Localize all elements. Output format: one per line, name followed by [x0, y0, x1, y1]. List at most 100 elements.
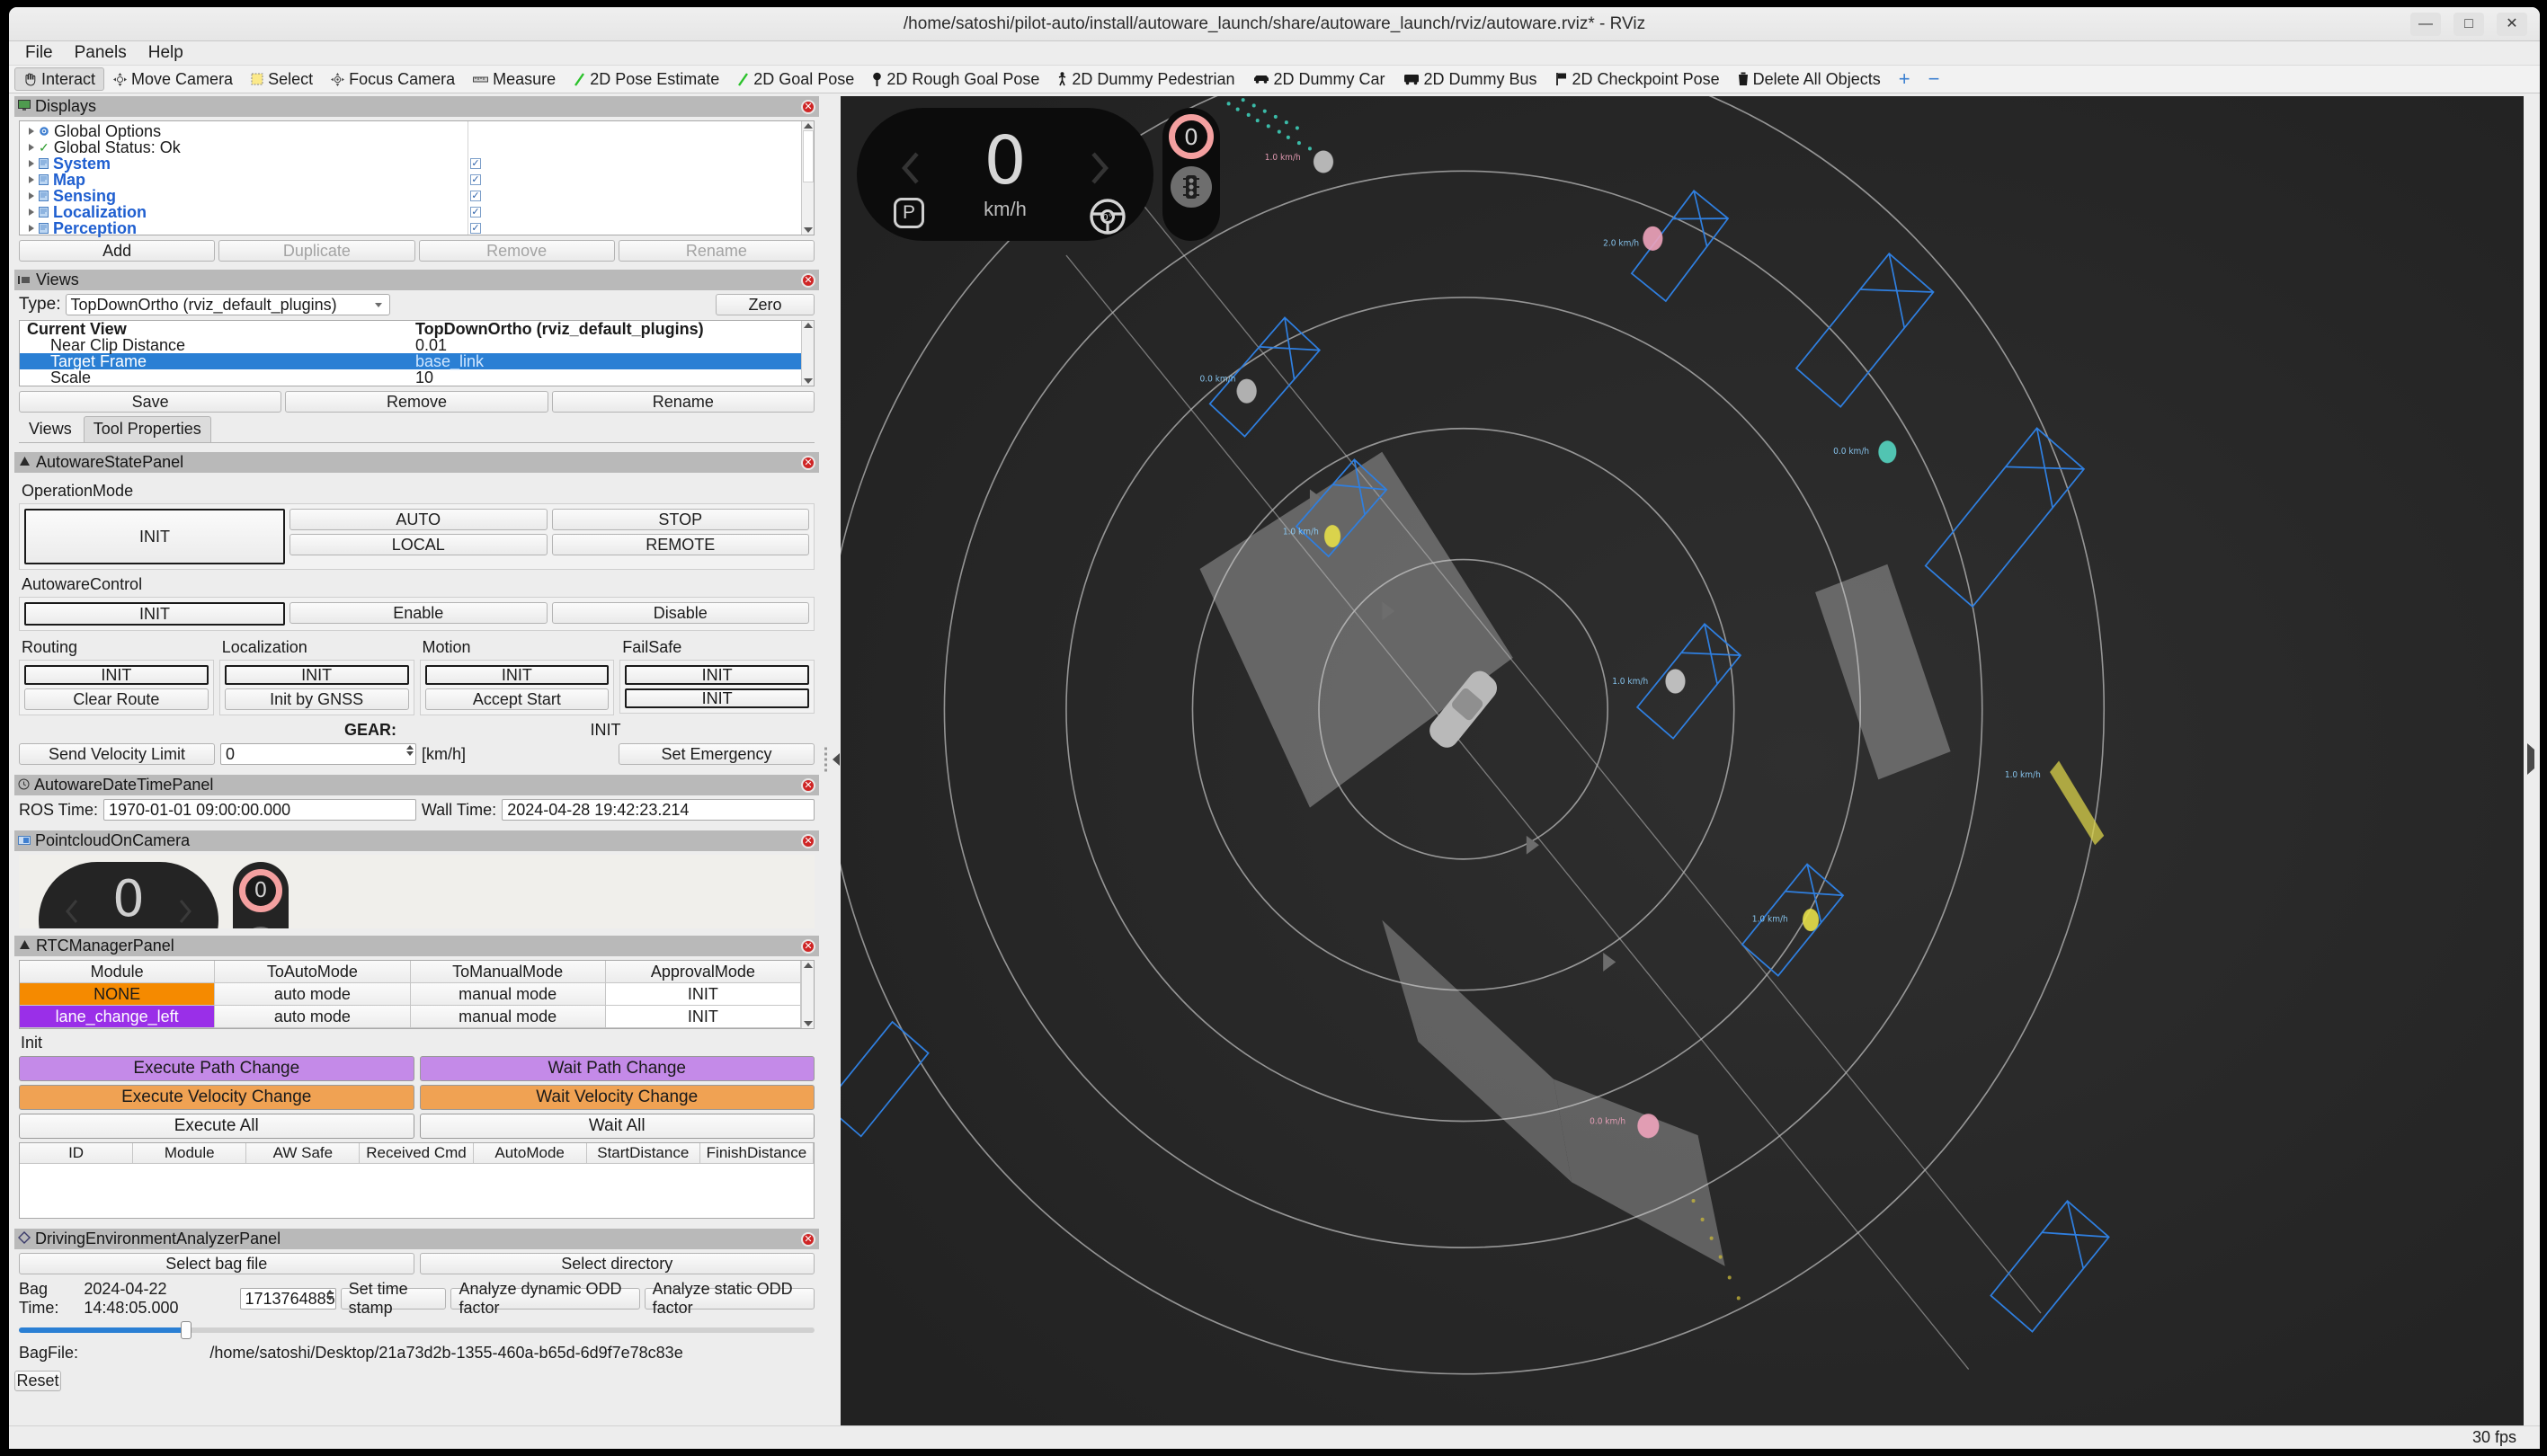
tool-delete-all-objects[interactable]: Delete All Objects: [1729, 67, 1890, 91]
slider-thumb[interactable]: [181, 1321, 191, 1339]
ros-time-field[interactable]: 1970-01-01 09:00:00.000: [103, 799, 416, 821]
checkbox-perception[interactable]: ✓: [470, 223, 481, 234]
collapse-left-icon[interactable]: [833, 753, 840, 766]
remove-view-button[interactable]: Remove: [285, 391, 548, 413]
chevron-right-icon[interactable]: [29, 192, 34, 200]
cell-module[interactable]: lane_change_left: [20, 1006, 215, 1028]
checkbox-map[interactable]: ✓: [470, 174, 481, 185]
close-icon[interactable]: ✕: [801, 456, 815, 470]
tool-focus-camera[interactable]: Focus Camera: [322, 67, 464, 91]
analyze-static-odd-button[interactable]: Analyze static ODD factor: [645, 1288, 815, 1310]
cell-to-auto[interactable]: auto mode: [215, 1006, 410, 1028]
set-time-stamp-button[interactable]: Set time stamp: [341, 1288, 447, 1310]
op-remote-button[interactable]: REMOTE: [552, 534, 810, 555]
tool-interact[interactable]: Interact: [14, 67, 104, 91]
scroll-down-icon[interactable]: [804, 227, 813, 233]
chevron-right-icon[interactable]: [29, 128, 34, 135]
execute-all-button[interactable]: Execute All: [19, 1114, 414, 1139]
tool-move-camera[interactable]: Move Camera: [104, 67, 242, 91]
menu-panels[interactable]: Panels: [66, 41, 136, 65]
analyze-dynamic-odd-button[interactable]: Analyze dynamic ODD factor: [450, 1288, 639, 1310]
motion-status[interactable]: INIT: [425, 665, 610, 685]
select-directory-button[interactable]: Select directory: [420, 1253, 815, 1274]
minimize-button[interactable]: —: [2410, 13, 2441, 36]
tree-item-perception[interactable]: Perception: [22, 220, 468, 236]
view-type-select[interactable]: TopDownOrtho (rviz_default_plugins): [66, 294, 389, 315]
op-auto-button[interactable]: AUTO: [289, 509, 548, 530]
property-row[interactable]: Current View TopDownOrtho (rviz_default_…: [20, 321, 801, 337]
failsafe-status-2[interactable]: INIT: [625, 688, 809, 708]
add-tool-button[interactable]: +: [1890, 67, 1919, 91]
scroll-up-icon[interactable]: [804, 323, 813, 328]
tool-2d-dummy-car[interactable]: 2D Dummy Car: [1244, 67, 1394, 91]
tab-views[interactable]: Views: [19, 416, 82, 442]
cell-module[interactable]: NONE: [20, 983, 215, 1006]
rename-view-button[interactable]: Rename: [552, 391, 815, 413]
property-row[interactable]: Target Frame base_link: [20, 353, 801, 369]
routing-status[interactable]: INIT: [24, 665, 209, 685]
rename-button[interactable]: Rename: [619, 240, 815, 262]
close-icon[interactable]: ✕: [801, 273, 815, 288]
collapse-right-icon[interactable]: [2527, 743, 2534, 775]
tool-2d-dummy-bus[interactable]: 2D Dummy Bus: [1394, 67, 1546, 91]
cell-to-auto[interactable]: auto mode: [215, 983, 410, 1006]
tree-item-localization[interactable]: Localization: [22, 204, 468, 220]
cell-to-manual[interactable]: manual mode: [411, 1006, 606, 1028]
control-disable-button[interactable]: Disable: [552, 602, 810, 624]
rtc-scrollbar[interactable]: [801, 961, 814, 1028]
duplicate-button[interactable]: Duplicate: [218, 240, 414, 262]
chevron-right-icon[interactable]: [29, 225, 34, 232]
tree-item-global-options[interactable]: Global Options: [22, 123, 468, 139]
velocity-limit-input[interactable]: 0: [220, 743, 416, 765]
right-splitter[interactable]: [2524, 93, 2540, 1425]
reset-button[interactable]: Reset: [14, 1371, 61, 1391]
table-row[interactable]: NONE auto mode manual mode INIT: [20, 983, 801, 1006]
send-velocity-limit-button[interactable]: Send Velocity Limit: [19, 743, 215, 765]
remove-button[interactable]: Remove: [419, 240, 615, 262]
accept-start-button[interactable]: Accept Start: [425, 688, 610, 710]
table-row[interactable]: lane_change_left auto mode manual mode I…: [20, 1006, 801, 1028]
close-icon[interactable]: ✕: [801, 834, 815, 848]
control-status[interactable]: INIT: [24, 602, 285, 626]
wait-velocity-change-button[interactable]: Wait Velocity Change: [420, 1085, 815, 1110]
execute-path-change-button[interactable]: Execute Path Change: [19, 1056, 414, 1081]
tool-select[interactable]: Select: [242, 67, 322, 91]
property-row[interactable]: Scale 10: [20, 369, 801, 386]
cell-to-manual[interactable]: manual mode: [411, 983, 606, 1006]
views-scrollbar[interactable]: [801, 321, 814, 386]
cell-approval[interactable]: INIT: [606, 1006, 801, 1028]
execute-velocity-change-button[interactable]: Execute Velocity Change: [19, 1085, 414, 1110]
tool-2d-dummy-pedestrian[interactable]: 2D Dummy Pedestrian: [1048, 67, 1243, 91]
tool-2d-rough-goal-pose[interactable]: 2D Rough Goal Pose: [863, 67, 1048, 91]
close-button[interactable]: ✕: [2497, 13, 2527, 36]
close-icon[interactable]: ✕: [801, 778, 815, 793]
set-emergency-button[interactable]: Set Emergency: [619, 743, 815, 765]
zero-button[interactable]: Zero: [716, 294, 815, 315]
init-by-gnss-button[interactable]: Init by GNSS: [225, 688, 409, 710]
op-local-button[interactable]: LOCAL: [289, 534, 548, 555]
tree-item-map[interactable]: Map: [22, 172, 468, 188]
chevron-right-icon[interactable]: [29, 209, 34, 216]
chevron-right-icon[interactable]: [29, 160, 34, 167]
rtc-table[interactable]: Module ToAutoMode ToManualMode ApprovalM…: [19, 960, 815, 1029]
spinner-arrows[interactable]: [406, 745, 414, 756]
op-stop-button[interactable]: STOP: [552, 509, 810, 530]
scroll-up-icon[interactable]: [804, 123, 813, 129]
remove-tool-button[interactable]: −: [1919, 67, 1949, 91]
tool-2d-checkpoint-pose[interactable]: 2D Checkpoint Pose: [1546, 67, 1729, 91]
operation-mode-status[interactable]: INIT: [24, 509, 285, 564]
tab-tool-properties[interactable]: Tool Properties: [84, 416, 211, 442]
maximize-button[interactable]: □: [2453, 13, 2484, 36]
scroll-down-icon[interactable]: [804, 1021, 813, 1026]
slider-track[interactable]: [19, 1327, 815, 1333]
add-button[interactable]: Add: [19, 240, 215, 262]
timestamp-input[interactable]: 1713764885: [240, 1288, 336, 1310]
rtc-detail-table[interactable]: ID Module AW Safe Received Cmd AutoMode …: [19, 1142, 815, 1219]
tree-item-global-status[interactable]: ✓ Global Status: Ok: [22, 139, 468, 155]
render-viewport[interactable]: 0.0 km/h 1.0 km/h 1.0 km/h 1.0 km/h 1.0 …: [841, 96, 2524, 1425]
chevron-right-icon[interactable]: [29, 144, 34, 151]
tree-item-sensing[interactable]: Sensing: [22, 188, 468, 204]
wait-all-button[interactable]: Wait All: [420, 1114, 815, 1139]
wait-path-change-button[interactable]: Wait Path Change: [420, 1056, 815, 1081]
chevron-right-icon[interactable]: [29, 176, 34, 183]
